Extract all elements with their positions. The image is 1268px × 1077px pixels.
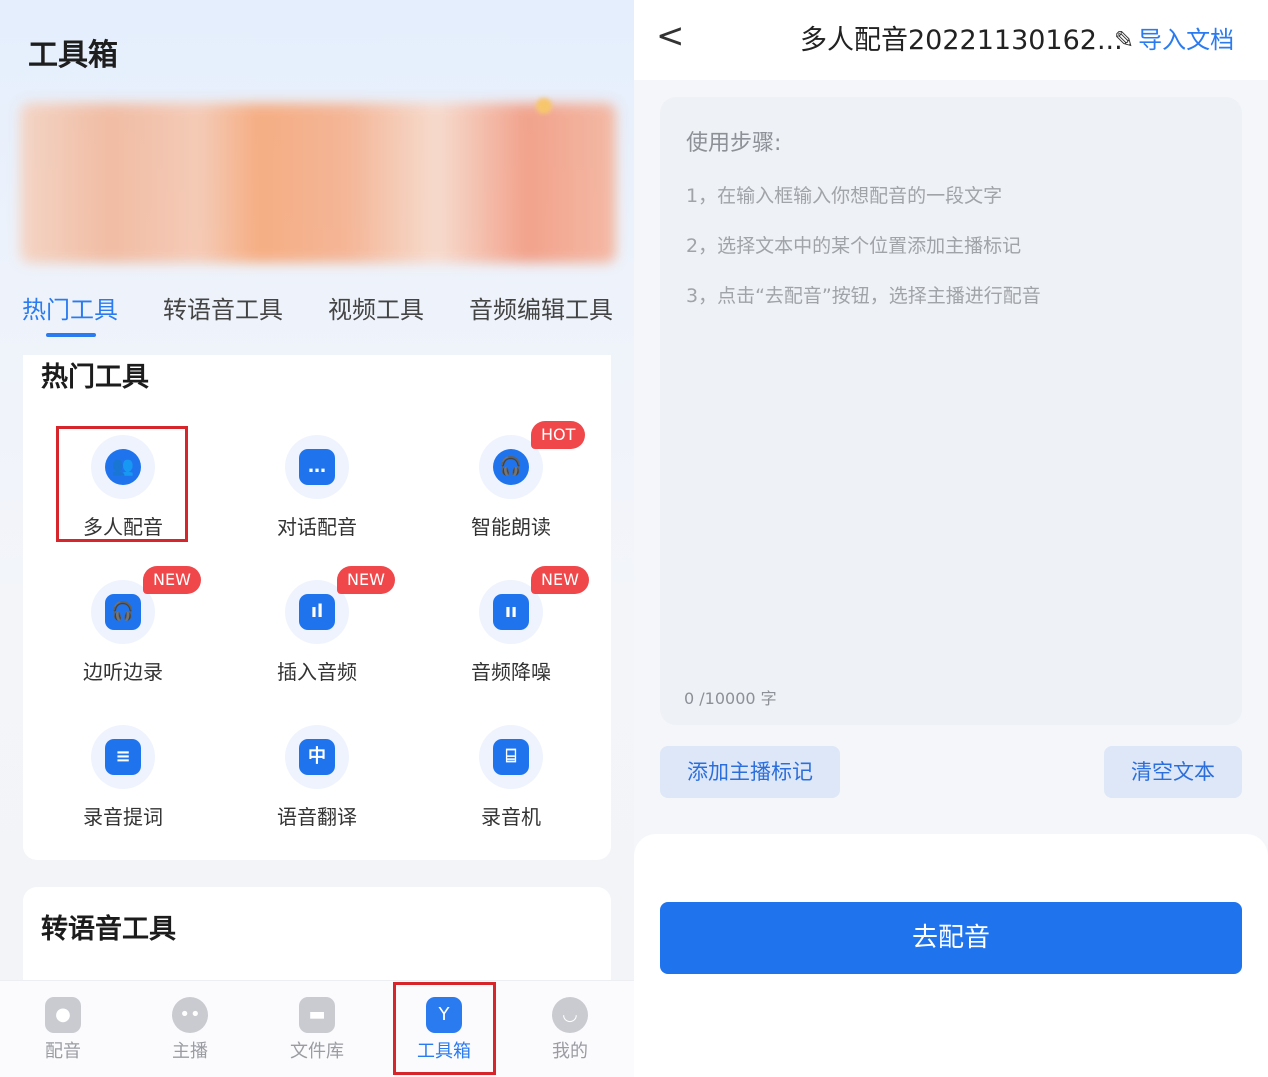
step-1: 1，在输入框输入你想配音的一段文字 (686, 185, 1003, 207)
nav-item[interactable]: ◡ 我的 (530, 997, 610, 1063)
tool-label: 语音翻译 (277, 805, 357, 829)
bottom-nav: ● 配音 •• 主播 ▬ 文件库 Y 工具箱 ◡ 我的 (0, 980, 634, 1077)
mic-icon: ● (45, 997, 81, 1033)
tool-item[interactable]: ⌸ 录音机 (441, 725, 581, 835)
pencil-icon: ✎ (1114, 26, 1135, 54)
nav-label: 主播 (172, 1041, 208, 1062)
tool-item[interactable]: 🎧 NEW 边听边录 (53, 566, 201, 690)
tool-label: 对话配音 (277, 515, 357, 539)
tool-badge: NEW (531, 566, 589, 594)
hot-tools-title: 热门工具 (41, 362, 149, 393)
document-title: 多人配音20221130162... (800, 25, 1123, 56)
tool-badge: NEW (337, 566, 395, 594)
category-tabs: 热门工具 转语音工具 视频工具 音频编辑工具 (0, 290, 634, 340)
recorder-icon: ⌸ (493, 739, 529, 775)
tool-item[interactable]: … 对话配音 (247, 435, 387, 545)
tool-icon-bg: ≡ (91, 725, 155, 789)
denoise-icon: ıı (493, 594, 529, 630)
nav-item[interactable]: ● 配音 (23, 997, 103, 1063)
import-label: 导入文档 (1138, 26, 1235, 54)
tool-item[interactable]: 🎧 HOT 智能朗读 (441, 421, 586, 545)
tab-audio-edit-tools[interactable]: 音频编辑工具 (469, 290, 613, 325)
tool-label: 边听边录 (83, 660, 163, 684)
headphones-icon: 🎧 (493, 449, 529, 485)
step-2: 2，选择文本中的某个位置添加主播标记 (686, 235, 1022, 257)
file-icon: ▬ (299, 997, 335, 1033)
multi-dub-screen: < 多人配音20221130162... ✎ 导入文档 使用步骤: 1，在输入框输… (634, 0, 1268, 1077)
nav-item[interactable]: •• 主播 (150, 997, 230, 1063)
profile-icon: ◡ (552, 997, 588, 1033)
steps-title: 使用步骤: (686, 131, 782, 156)
add-host-marker-button[interactable]: 添加主播标记 (660, 746, 840, 798)
tab-video-tools[interactable]: 视频工具 (328, 290, 424, 325)
char-counter: 0 /10000 字 (684, 689, 777, 708)
header-bar: < 多人配音20221130162... ✎ 导入文档 (634, 0, 1268, 80)
tool-badge: HOT (531, 421, 586, 449)
clear-text-button[interactable]: 清空文本 (1104, 746, 1242, 798)
listen-record-icon: 🎧 (105, 594, 141, 630)
nav-item[interactable]: ▬ 文件库 (277, 997, 357, 1063)
tool-icon-bg: … (285, 435, 349, 499)
nav-label: 文件库 (290, 1041, 344, 1062)
tool-label: 录音提词 (83, 805, 163, 829)
promo-banner[interactable] (20, 103, 616, 263)
tab-hot-tools[interactable]: 热门工具 (22, 290, 118, 325)
chat-icon: … (299, 449, 335, 485)
bottom-sheet: 去配音 (634, 834, 1268, 1077)
tab-tts-tools[interactable]: 转语音工具 (163, 290, 283, 325)
back-icon[interactable]: < (656, 16, 685, 56)
banner-decoration (536, 98, 552, 114)
tool-item[interactable]: ıl NEW 插入音频 (247, 566, 395, 690)
tool-item[interactable]: 中语音翻译 (247, 725, 387, 835)
import-document-button[interactable]: ✎ 导入文档 (1114, 20, 1234, 55)
tool-badge: NEW (143, 566, 201, 594)
insert-audio-icon: ıl (299, 594, 335, 630)
go-dub-button[interactable]: 去配音 (660, 902, 1242, 974)
tool-label: 插入音频 (277, 660, 357, 684)
tool-icon-bg: 中 (285, 725, 349, 789)
tts-tools-title: 转语音工具 (41, 914, 176, 945)
highlight-box-multi-dub (56, 426, 188, 542)
toolbox-screen: 工具箱 热门工具 转语音工具 视频工具 音频编辑工具 热门工具 👥 多人配音… 对话… (0, 0, 634, 1077)
tool-item[interactable]: ≡ 录音提词 (53, 725, 193, 835)
tool-icon-bg: ⌸ (479, 725, 543, 789)
tool-label: 录音机 (481, 805, 541, 829)
nav-label: 我的 (552, 1041, 588, 1062)
tool-label: 智能朗读 (471, 515, 551, 539)
page-title: 工具箱 (28, 38, 118, 73)
step-3: 3，点击“去配音”按钮，选择主播进行配音 (686, 285, 1041, 307)
face-icon: •• (172, 997, 208, 1033)
highlight-box-toolbox (393, 982, 496, 1075)
tool-label: 音频降噪 (471, 660, 551, 684)
translate-icon: 中 (299, 739, 335, 775)
prompter-icon: ≡ (105, 739, 141, 775)
tool-item[interactable]: ıı NEW 音频降噪 (441, 566, 589, 690)
text-input-area[interactable]: 使用步骤: 1，在输入框输入你想配音的一段文字 2，选择文本中的某个位置添加主播… (660, 97, 1242, 725)
active-tab-indicator (46, 333, 96, 337)
nav-label: 配音 (45, 1041, 81, 1062)
